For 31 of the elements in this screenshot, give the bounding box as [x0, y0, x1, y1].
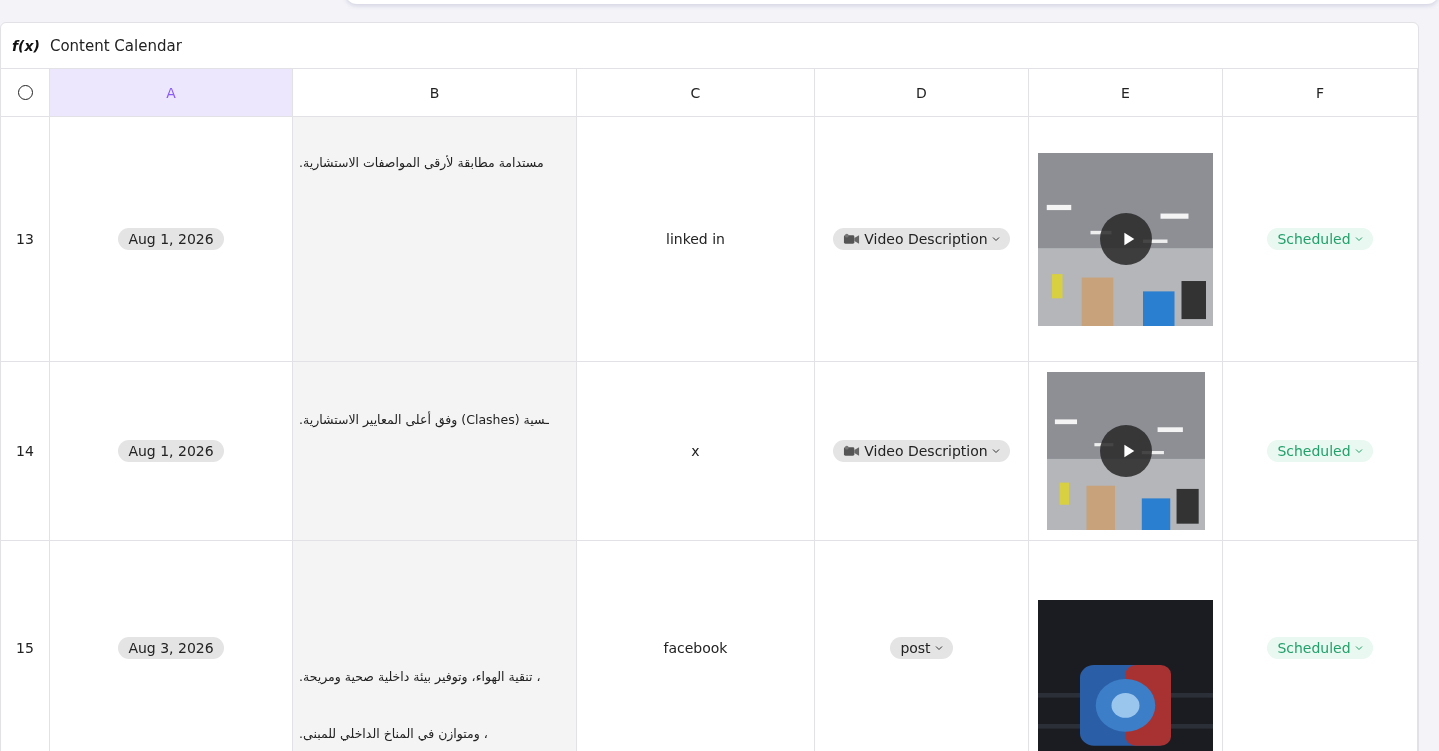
post-text: ، ومتوازن في المناخ الداخلي للمبنى.	[299, 726, 488, 741]
column-header[interactable]: E	[1029, 69, 1223, 117]
column-header[interactable]: A	[50, 69, 293, 117]
caret-icon	[991, 448, 1000, 454]
column-header[interactable]: D	[815, 69, 1029, 117]
row-number: 15	[16, 640, 34, 656]
platform-text: facebook	[663, 640, 728, 656]
formula-field[interactable]: Content Calendar	[49, 36, 182, 55]
caret-icon	[1354, 645, 1363, 651]
post-text: ـسية (Clashes) وفق أعلى المعايير الاستشارية.	[299, 412, 549, 427]
post-text: مستدامة مطابقة لأرقى المواصفات الاستشارية.	[299, 155, 544, 170]
content-type-dropdown[interactable]: Video Description	[833, 440, 1010, 462]
platform-text: linked in	[666, 231, 725, 247]
caret-icon	[991, 236, 1000, 242]
caret-icon	[1354, 236, 1363, 242]
row-number: 14	[16, 443, 34, 459]
video-camera-icon	[843, 445, 861, 457]
caret-icon	[934, 645, 943, 651]
platform-text: x	[691, 443, 700, 459]
post-text: ، تنقية الهواء، وتوفير بيئة داخلية صحية ومريحة.	[299, 669, 541, 684]
column-header[interactable]: F	[1223, 69, 1418, 117]
date-chip[interactable]: Aug 1, 2026	[118, 228, 224, 250]
row-number: 13	[16, 231, 34, 247]
date-chip[interactable]: Aug 1, 2026	[118, 440, 224, 462]
video-camera-icon	[843, 233, 861, 245]
column-header[interactable]: C	[577, 69, 815, 117]
content-type-dropdown[interactable]: Video Description	[833, 228, 1010, 250]
formula-label: f(x)	[12, 37, 40, 54]
caret-icon	[1354, 448, 1363, 454]
content-type-dropdown[interactable]: post	[890, 637, 953, 659]
date-chip[interactable]: Aug 3, 2026	[118, 637, 224, 659]
